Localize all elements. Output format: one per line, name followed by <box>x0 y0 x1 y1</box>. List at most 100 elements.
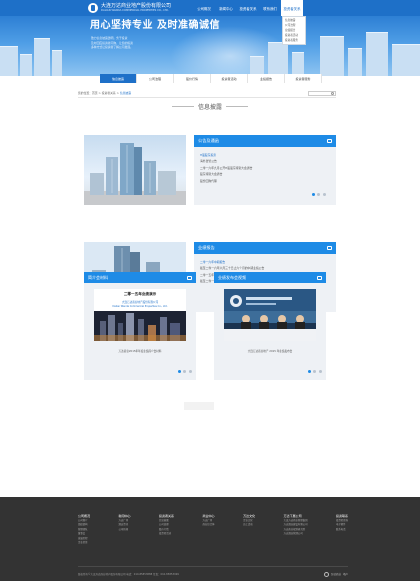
banner-building <box>392 44 420 76</box>
footer-bottom-bar: 版权所有©大连万达商业地产股份有限公司 电话：010-85853888 传真：0… <box>78 570 348 578</box>
company-logo[interactable]: 大连万达商业地产股份有限公司 DALIAN WANDA COMMERCIAL P… <box>88 3 171 13</box>
footer-columns: 公司概况 公司简介 组织架构 管理团队 董事会 发展历程 企业荣誉 新闻中心 万… <box>78 513 348 563</box>
message-icon[interactable] <box>317 275 322 280</box>
nav-item-news[interactable]: 新闻中心 <box>215 0 237 16</box>
pager-dot[interactable] <box>317 193 320 196</box>
footer-link[interactable]: 员工活动 <box>243 523 255 527</box>
breadcrumb: 您的位置：首页 > 投资者关系 > 信息披露 <box>78 91 131 95</box>
banner-building <box>0 46 18 76</box>
pager-dot[interactable] <box>188 370 192 373</box>
dropdown-item[interactable]: 投资者服务 <box>283 38 305 43</box>
card-title: 业绩报告 <box>198 245 215 250</box>
presentation-thumbnail[interactable]: 二零一五年业绩演示 大连万达商业地产股份有限公司 Dalian Wanda Co… <box>94 289 186 341</box>
pager-dot[interactable] <box>318 370 322 373</box>
wanda-logo-icon <box>88 3 98 13</box>
nav-dropdown-menu: 信息披露 公司治理 业绩报告 投资者活动 投资者服务 <box>282 16 306 45</box>
banner-building <box>52 50 62 76</box>
pager-dot[interactable] <box>313 370 316 373</box>
message-icon[interactable] <box>327 246 332 250</box>
footer-link[interactable]: 万达酒店管理公司 <box>284 532 308 536</box>
card-header: 公告及通函 <box>194 135 336 147</box>
press-conference-art <box>224 289 316 341</box>
subnav-tab-governance[interactable]: 公司治理 <box>137 74 174 83</box>
subnav-tab-events[interactable]: 投资者活动 <box>211 74 248 83</box>
footer-logo[interactable]: 万达商业 地产 <box>323 571 348 577</box>
search-icon[interactable] <box>331 92 334 96</box>
section-title-row: 信息披露 <box>150 101 270 111</box>
main-nav: 公司概况 新闻中心 投资者关系 联系我们 投资者关系 <box>193 0 303 16</box>
banner-building <box>292 52 304 76</box>
breadcrumb-prefix: 您的位置： <box>78 91 92 95</box>
divider <box>78 97 336 98</box>
pager-dot[interactable] <box>307 370 311 373</box>
banner-building <box>268 42 288 76</box>
wanda-logo-icon <box>323 571 329 577</box>
banner-subtext: 致力信息披露透明，务于投资 及时回应投资者问询，让您的投资 多种方式让投资者了解… <box>91 36 186 50</box>
subnav-tab-reports[interactable]: 业绩报告 <box>248 74 285 83</box>
section-subnav: 信息披露 公司治理 股价行情 投资者活动 业绩报告 投资者服务 <box>100 74 322 83</box>
banner-building <box>250 56 264 76</box>
video-thumbnail[interactable] <box>224 289 316 341</box>
announcements-section: 公告及通函 H股股东投票 海外监管公告 二零一六年九月公开H股股东特别大会通告 … <box>84 135 336 205</box>
nav-item-investor-relations[interactable]: 投资者关系 <box>281 0 303 16</box>
nav-item-about[interactable]: 公司概况 <box>193 0 215 16</box>
footer-logo-label: 万达商业 <box>330 573 341 576</box>
breadcrumb-current: 信息披露 <box>119 91 132 95</box>
footer-link[interactable]: 企业荣誉 <box>78 541 90 545</box>
city-night-art <box>94 311 186 341</box>
subnav-tab-stock[interactable]: 股价行情 <box>174 74 211 83</box>
building-photo-art <box>84 143 186 205</box>
announcements-card: 公告及通函 H股股东投票 海外监管公告 二零一六年九月公开H股股东特别大会通告 … <box>194 135 336 205</box>
footer-column: 新闻中心 万达广场 酒店资讯 公司新闻 <box>119 513 131 563</box>
footer-column: 投资联系 投资者咨询 电子邮件 联系电话 <box>336 513 348 563</box>
pager-dots <box>305 370 322 373</box>
footer-link[interactable]: 商业综合体 <box>203 523 215 527</box>
pager-dot[interactable] <box>322 193 326 196</box>
banner-subtext-line: 多种方式让投资者了解公司发展。 <box>91 45 133 50</box>
banner-slogan: 用心坚持专业 及时准确诚信 <box>90 20 220 31</box>
pager-dots <box>175 370 192 373</box>
copyright-text: 版权所有©大连万达商业地产股份有限公司 电话：010-85853888 传真：0… <box>78 573 179 576</box>
message-icon[interactable] <box>327 139 332 143</box>
card-title: 简介会材料 <box>88 274 108 280</box>
doc-company-en: Dalian Wanda Commercial Properties Co., … <box>112 304 168 308</box>
title-rule <box>226 105 248 107</box>
webcast-card: 业绩发布会视频 大连万达商业地产 2015 年业绩发布会 <box>214 272 326 380</box>
materials-card: 简介会材料 二零一五年业绩演示 大连万达商业地产股份有限公司 Dalian Wa… <box>84 272 196 380</box>
pager-dot[interactable] <box>177 370 181 373</box>
pager-dots <box>309 193 326 196</box>
pager-dot[interactable] <box>311 193 315 196</box>
footer-column: 万达下属公司 大连万达商业管理集团 万达酒店建设有限公司 万达商业规划研究院 万… <box>284 513 308 563</box>
card-title: 公告及通函 <box>198 138 219 143</box>
page-title: 信息披露 <box>197 103 222 111</box>
footer-logo-label2: 地产 <box>342 573 348 576</box>
footer-column: 万达文化 企业文化 员工活动 <box>243 513 255 563</box>
footer-column: 公司概况 公司简介 组织架构 管理团队 董事会 发展历程 企业荣誉 <box>78 513 90 563</box>
message-icon[interactable] <box>187 275 192 280</box>
webcast-caption[interactable]: 大连万达商业地产 2015 年业绩发布会 <box>214 349 326 353</box>
nav-item-investor[interactable]: 投资者关系 <box>237 0 259 16</box>
building-photo <box>84 135 186 205</box>
search-input[interactable] <box>308 90 336 96</box>
breadcrumb-row: 您的位置：首页 > 投资者关系 > 信息披露 <box>78 90 336 96</box>
banner-building <box>320 36 344 76</box>
card-header: 业绩报告 <box>194 242 336 254</box>
footer-column: 投资者关系 信息披露 公司治理 股价行情 投资者活动 <box>159 513 174 563</box>
materials-caption[interactable]: 万达商业2015年年度业绩简介会材料 <box>84 349 196 353</box>
footer-divider <box>78 566 348 567</box>
footer-link[interactable]: 联系电话 <box>336 528 348 532</box>
footer-link[interactable]: 投资者活动 <box>159 532 174 536</box>
banner-building <box>20 54 32 76</box>
breadcrumb-path[interactable]: 首页 > 投资者关系 > <box>92 91 120 95</box>
card-header: 简介会材料 <box>84 272 196 283</box>
nav-item-contact[interactable]: 联系我们 <box>259 0 281 16</box>
doc-title: 二零一五年业绩演示 <box>123 292 157 296</box>
subnav-tab-services[interactable]: 投资者服务 <box>285 74 322 83</box>
list-item[interactable]: 股份回购代理 <box>200 178 330 184</box>
footer-link[interactable]: 公司新闻 <box>119 528 131 532</box>
load-more-button[interactable] <box>184 402 214 410</box>
pager-dot[interactable] <box>183 370 186 373</box>
card-header: 业绩发布会视频 <box>214 272 326 283</box>
subnav-tab-disclosure[interactable]: 信息披露 <box>100 74 137 83</box>
company-name-en: DALIAN WANDA COMMERCIAL PROPERTIES CO., … <box>101 9 169 12</box>
